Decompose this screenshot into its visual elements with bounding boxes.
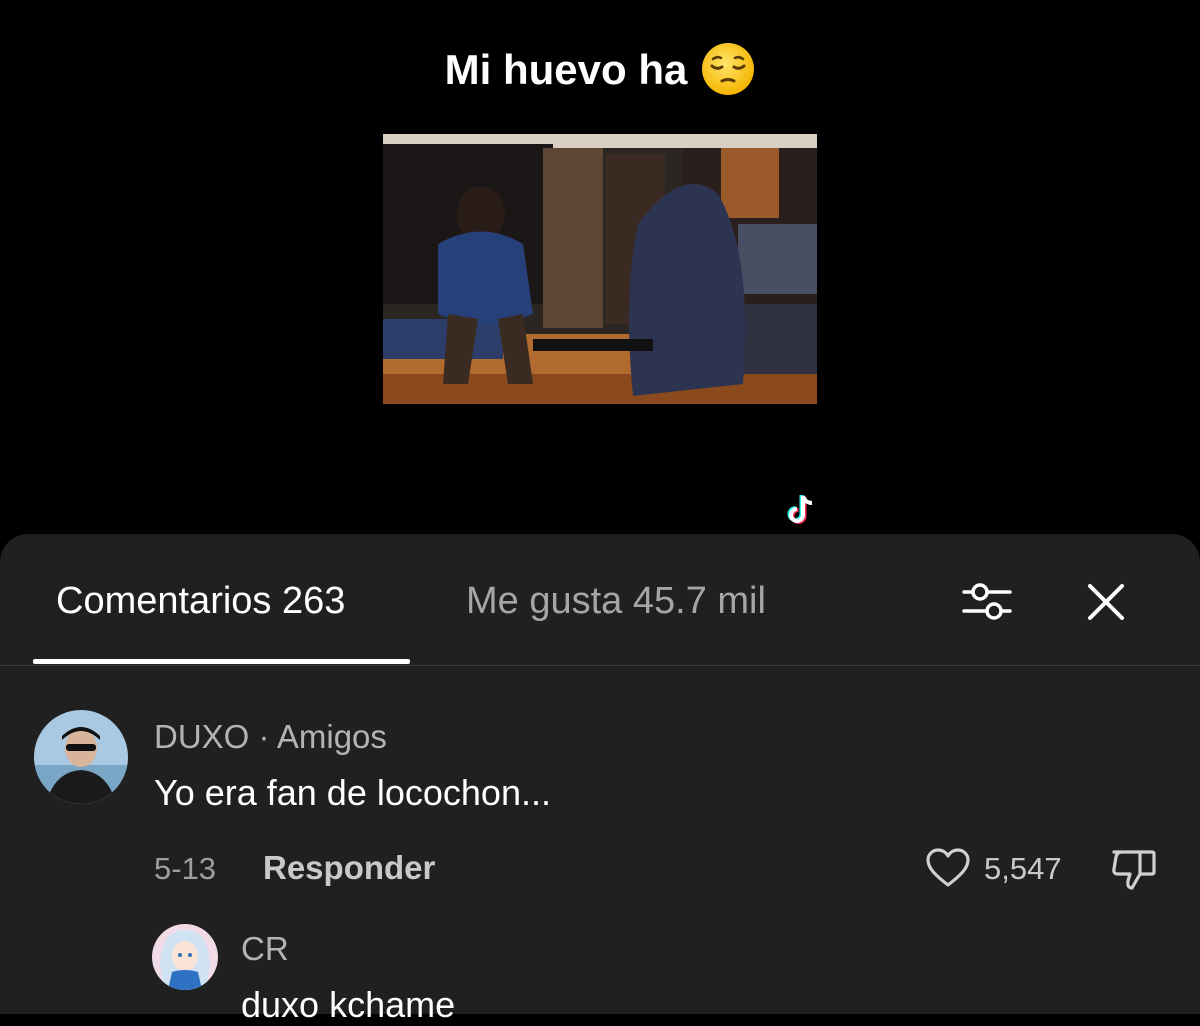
comment-meta: DUXO · Amigos [154, 718, 387, 756]
video-area[interactable]: Mi huevo ha [0, 0, 1200, 545]
meta-separator: · [249, 718, 277, 755]
reply-text: duxo kchame [241, 984, 456, 1025]
caption-text: Mi huevo ha [444, 46, 688, 93]
tab-comments[interactable]: Comentarios 263 [56, 580, 345, 623]
heart-icon[interactable] [925, 847, 971, 889]
like-count: 5,547 [984, 851, 1062, 886]
video-frame-image [383, 134, 817, 404]
video-caption: Mi huevo ha [0, 42, 1200, 96]
thumbs-down-icon[interactable] [1110, 846, 1158, 892]
video-thumbnail[interactable] [383, 134, 817, 404]
comment-item: DUXO · Amigos Yo era fan de locochon... … [0, 704, 1200, 904]
reply-avatar-image [152, 924, 218, 990]
tab-bar: Comentarios 263 Me gusta 45.7 mil [0, 534, 1200, 666]
reply-item: CR duxo kchame [0, 924, 1200, 1025]
sliders-icon[interactable] [960, 578, 1014, 624]
comments-sheet: Comentarios 263 Me gusta 45.7 mil DUXO ·… [0, 534, 1200, 1025]
reply-button[interactable]: Responder [263, 849, 435, 887]
close-icon[interactable] [1086, 582, 1126, 622]
tab-likes[interactable]: Me gusta 45.7 mil [466, 580, 766, 623]
tiktok-logo-icon [787, 495, 813, 524]
active-tab-indicator [33, 659, 410, 664]
avatar-image [34, 710, 128, 804]
avatar[interactable] [34, 710, 128, 804]
comment-text: Yo era fan de locochon... [154, 772, 551, 813]
relation-label: Amigos [276, 718, 387, 755]
comment-username[interactable]: DUXO [154, 718, 249, 755]
comment-date: 5-13 [154, 851, 217, 886]
pensive-face-emoji-icon [702, 43, 755, 95]
reply-avatar[interactable] [152, 924, 218, 990]
reply-username[interactable]: CR [241, 930, 289, 968]
